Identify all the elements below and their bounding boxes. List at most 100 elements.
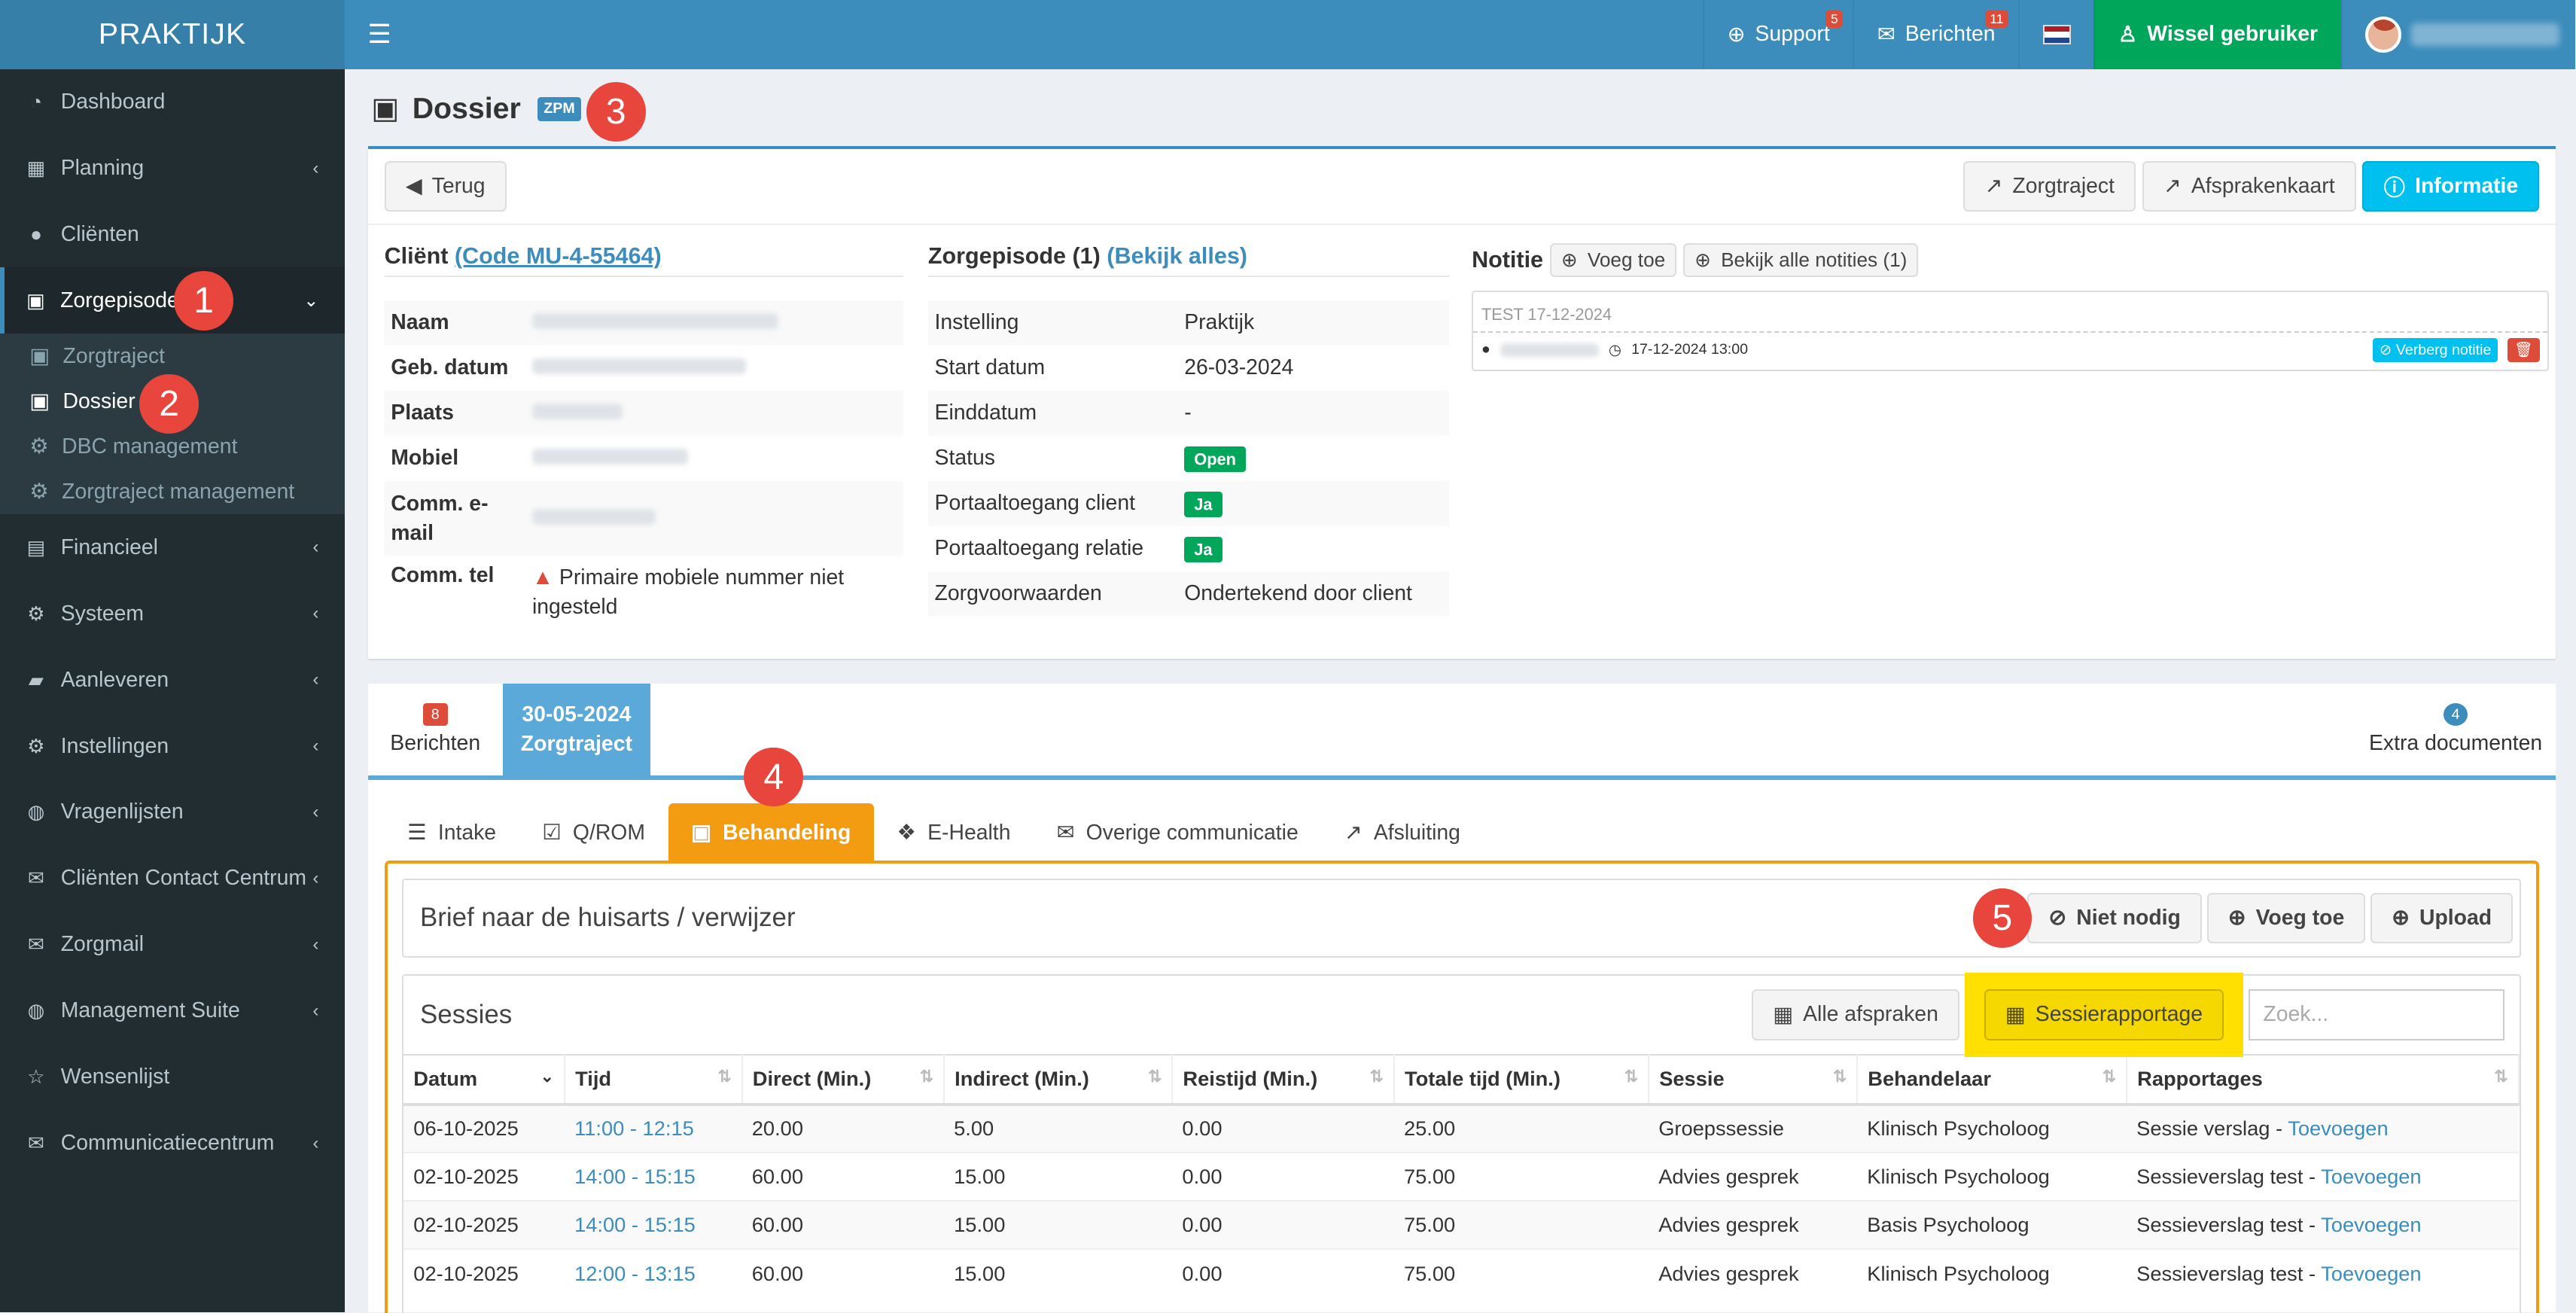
bekijk-alles-link[interactable]: (Bekijk alles)	[1107, 243, 1247, 269]
tab-qrom[interactable]: ☑ Q/ROM	[519, 803, 668, 863]
delete-note-button[interactable]: 🗑	[2507, 337, 2540, 363]
sidebar-item-vragenlijsten[interactable]: ◍ Vragenlijsten ‹	[0, 779, 345, 845]
toevoegen-link[interactable]: Toevoegen	[2288, 1117, 2388, 1140]
sidebar-subitem-zorgtraject[interactable]: ▣ Zorgtraject	[0, 334, 345, 379]
cell-tijd-link[interactable]: 14:00 - 15:15	[565, 1151, 742, 1201]
tab-afsluiting[interactable]: ↗ Afsluiting	[1321, 803, 1483, 863]
cell-totale-tijd: 75.00	[1393, 1199, 1649, 1250]
tab-overige-communicatie[interactable]: ✉ Overige communicatie	[1034, 803, 1321, 863]
afsprakenkaart-button[interactable]: ↗ Afsprakenkaart	[2142, 160, 2356, 212]
sidebar-subitem-label: DBC management	[62, 434, 238, 458]
hide-note-button[interactable]: ⊘ Verberg notitie	[2373, 337, 2498, 363]
step-marker-5: 5	[1972, 888, 2032, 948]
app-logo[interactable]: PRAKTIJK	[0, 0, 346, 69]
column-header[interactable]: Datum ⌄	[403, 1054, 566, 1106]
ban-icon: ⊘	[2048, 906, 2067, 931]
column-label: Totale tijd (Min.)	[1404, 1067, 1561, 1091]
mobile-value-redacted	[522, 446, 689, 471]
column-header[interactable]: Behandelaar ⇅	[1857, 1054, 2128, 1106]
sidebar-item-clienten-contact-centrum[interactable]: ✉ Cliënten Contact Centrum ‹	[0, 845, 345, 912]
column-header[interactable]: Direct (Min.) ⇅	[741, 1054, 945, 1106]
note-title: TEST 17-12-2024	[1473, 292, 2548, 333]
comm-tel-value: ▲ Primaire mobiele nummer niet ingesteld	[522, 563, 884, 623]
cell-tijd-link[interactable]: 14:00 - 15:15	[565, 1199, 742, 1250]
sidebar-subitem-zorgtraject-management[interactable]: ⚙ Zorgtraject management	[0, 469, 345, 514]
niet-nodig-button[interactable]: ⊘ Niet nodig	[2027, 892, 2203, 944]
sidebar-item-financieel[interactable]: ▤ Financieel ‹	[0, 514, 345, 580]
column-header[interactable]: Sessie ⇅	[1649, 1054, 1859, 1106]
sidebar-item-zorgmail[interactable]: ✉ Zorgmail ‹	[0, 912, 345, 978]
search-input[interactable]: Zoek...	[2248, 989, 2505, 1040]
column-header[interactable]: Totale tijd (Min.) ⇅	[1393, 1054, 1650, 1106]
alle-afspraken-label: Alle afspraken	[1803, 1002, 1938, 1027]
sessions-table: Datum ⌄ Tijd ⇅ Direct (Min.) ⇅ Indirect (Mi…	[403, 1054, 2520, 1298]
tab-ehealth[interactable]: ❖ E-Health	[874, 803, 1034, 863]
sidebar-toggle-icon[interactable]: ☰	[349, 20, 411, 50]
chevron-left-icon: ‹	[312, 867, 319, 888]
sidebar-item-label: Cliënten	[60, 221, 139, 246]
cell-rapportages: Sessieverslag test - Toevoegen	[2127, 1151, 2519, 1201]
switch-user-button[interactable]: ♙ Wissel gebruiker	[2093, 0, 2341, 69]
tab-extra-documenten[interactable]: 4 Extra documenten	[2365, 684, 2546, 775]
sidebar-item-planning[interactable]: ▦ Planning ‹	[0, 136, 345, 202]
sidebar-item-zorgepisode[interactable]: ▣ Zorgepisode ⌄	[0, 267, 346, 334]
sidebar-item-dashboard[interactable]: ◔ Dashboard	[0, 69, 345, 136]
alle-afspraken-button[interactable]: ▦ Alle afspraken	[1752, 989, 1960, 1040]
sidebar-item-management-suite[interactable]: ◍ Management Suite ‹	[0, 978, 345, 1044]
back-button[interactable]: ◀ Terug	[384, 160, 507, 212]
messages-label: Berichten	[1905, 22, 1996, 47]
toevoegen-link[interactable]: Toevoegen	[2321, 1165, 2421, 1188]
all-notes-button[interactable]: ⊕ Bekijk alle notities (1)	[1683, 242, 1919, 278]
informatie-button[interactable]: ⓘ Informatie	[2362, 160, 2540, 212]
sidebar-item-instellingen[interactable]: ⚙ Instellingen ‹	[0, 713, 345, 779]
sessierapportage-button[interactable]: ▦ Sessierapportage	[1984, 989, 2224, 1040]
column-label: Datum	[413, 1067, 478, 1091]
table-row: 02-10-2025 14:00 - 15:15 60.00 15.00 0.0…	[403, 1199, 2519, 1250]
column-label: Behandelaar	[1868, 1067, 1991, 1091]
zorgtraject-button[interactable]: ↗ Zorgtraject	[1963, 160, 2136, 212]
tab-zorgtraject[interactable]: 30-05-2024 Zorgtraject	[502, 683, 651, 775]
chevron-left-icon: ‹	[312, 736, 319, 757]
user-menu[interactable]	[2340, 0, 2576, 69]
sidebar-item-aanleveren[interactable]: ▰ Aanleveren ‹	[0, 647, 345, 713]
language-flag-button[interactable]	[2018, 0, 2093, 69]
column-header[interactable]: Reistijd (Min.) ⇅	[1172, 1054, 1395, 1106]
sidebar-item-label: Management Suite	[60, 998, 240, 1023]
support-button[interactable]: ⊕ Support 5	[1703, 0, 1853, 69]
warning-icon: ▲	[531, 565, 554, 589]
upload-button[interactable]: ⊕ Upload	[2370, 892, 2514, 944]
column-label: Direct (Min.)	[752, 1067, 872, 1091]
field-value: -	[1184, 401, 1192, 425]
tab-berichten[interactable]: 8 Berichten	[374, 684, 495, 775]
chevron-left-icon: ‹	[312, 669, 319, 690]
client-code-link[interactable]: (Code MU-4-55464)	[455, 243, 662, 269]
voeg-toe-button[interactable]: ⊕ Voeg toe	[2206, 892, 2366, 944]
sort-icon: ⇅	[919, 1067, 933, 1086]
hide-note-label: Verberg notitie	[2395, 341, 2492, 358]
cell-totale-tijd: 25.00	[1393, 1103, 1649, 1153]
cell-tijd-link[interactable]: 12:00 - 13:15	[565, 1248, 742, 1298]
cell-datum: 02-10-2025	[403, 1151, 565, 1201]
cell-tijd-link[interactable]: 11:00 - 12:15	[565, 1103, 742, 1153]
sidebar-item-label: Dashboard	[60, 90, 166, 114]
step-marker-3: 3	[586, 82, 646, 142]
sidebar-item-clienten[interactable]: ● Cliënten	[0, 201, 345, 267]
column-header[interactable]: Indirect (Min.) ⇅	[944, 1054, 1174, 1106]
sidebar-item-communicatiecentrum[interactable]: ✉ Communicatiecentrum ‹	[0, 1110, 345, 1177]
back-label: Terug	[431, 173, 486, 198]
messages-button[interactable]: ✉ Berichten 11	[1853, 0, 2018, 69]
sidebar-item-label: Planning	[60, 156, 145, 181]
add-note-button[interactable]: ⊕ Voeg toe	[1549, 242, 1677, 278]
sidebar-item-systeem[interactable]: ⚙ Systeem ‹	[0, 580, 345, 647]
field-label: Start datum	[934, 355, 1046, 380]
column-header[interactable]: Rapportages ⇅	[2127, 1054, 2520, 1106]
tab-intake[interactable]: ☰ Intake	[385, 803, 519, 863]
tab-behandeling[interactable]: ▣ Behandeling	[668, 803, 874, 863]
toevoegen-link[interactable]: Toevoegen	[2321, 1213, 2421, 1236]
sessierapportage-label: Sessierapportage	[2035, 1002, 2203, 1027]
support-badge: 5	[1825, 10, 1844, 29]
column-header[interactable]: Tijd ⇅	[565, 1054, 743, 1106]
sidebar-item-wensenlijst[interactable]: ☆ Wensenlijst	[0, 1044, 345, 1110]
chevron-left-icon: ‹	[312, 537, 319, 558]
toevoegen-link[interactable]: Toevoegen	[2321, 1262, 2421, 1285]
